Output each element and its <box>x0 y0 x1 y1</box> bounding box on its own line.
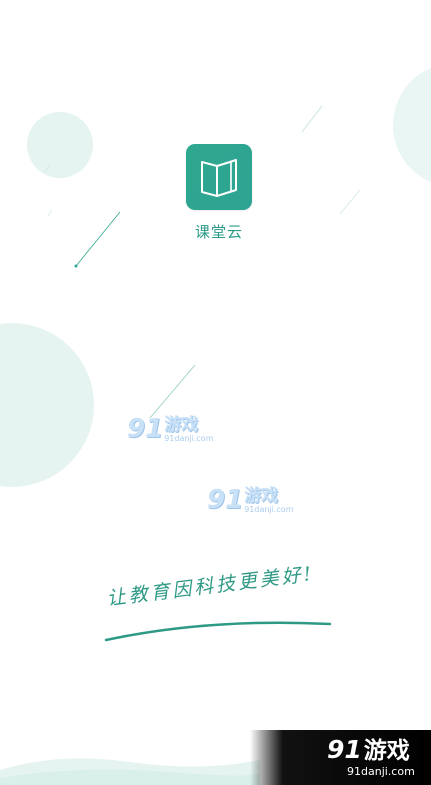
watermark-brand: 游戏 <box>244 486 279 506</box>
corner-badge-brand: 游戏 <box>363 738 410 764</box>
watermark-logo: 91 <box>207 485 244 515</box>
watermark-url: 91danji.com <box>244 505 294 514</box>
watermark-91danji: 91 游戏 91danji.com <box>127 416 214 443</box>
watermark-logo: 91 <box>127 414 164 444</box>
app-name: 课堂云 <box>194 223 243 241</box>
deco-streak <box>301 105 323 133</box>
corner-badge-logo: 91 <box>327 735 362 764</box>
deco-streak-dot <box>74 264 78 268</box>
watermark-url: 91danji.com <box>164 434 214 443</box>
corner-watermark-badge: 91 游戏 91danji.com <box>250 730 431 785</box>
deco-streak <box>149 364 196 419</box>
open-book-icon <box>201 159 237 197</box>
deco-circle-small <box>27 112 93 178</box>
splash-screen: 课堂云 91 游戏 91danji.com 91 游戏 91danji.com … <box>0 0 431 785</box>
deco-streak <box>47 209 53 217</box>
deco-streak <box>75 211 121 267</box>
app-logo <box>186 144 252 210</box>
background-decoration <box>0 67 431 785</box>
watermark-brand: 游戏 <box>164 415 199 435</box>
deco-circle-right <box>393 67 431 183</box>
watermark-91danji: 91 游戏 91danji.com <box>207 487 294 514</box>
deco-streak <box>339 189 361 215</box>
deco-circle-left <box>0 323 94 487</box>
slogan-underline <box>104 621 332 642</box>
corner-badge-url: 91danji.com <box>347 765 415 778</box>
